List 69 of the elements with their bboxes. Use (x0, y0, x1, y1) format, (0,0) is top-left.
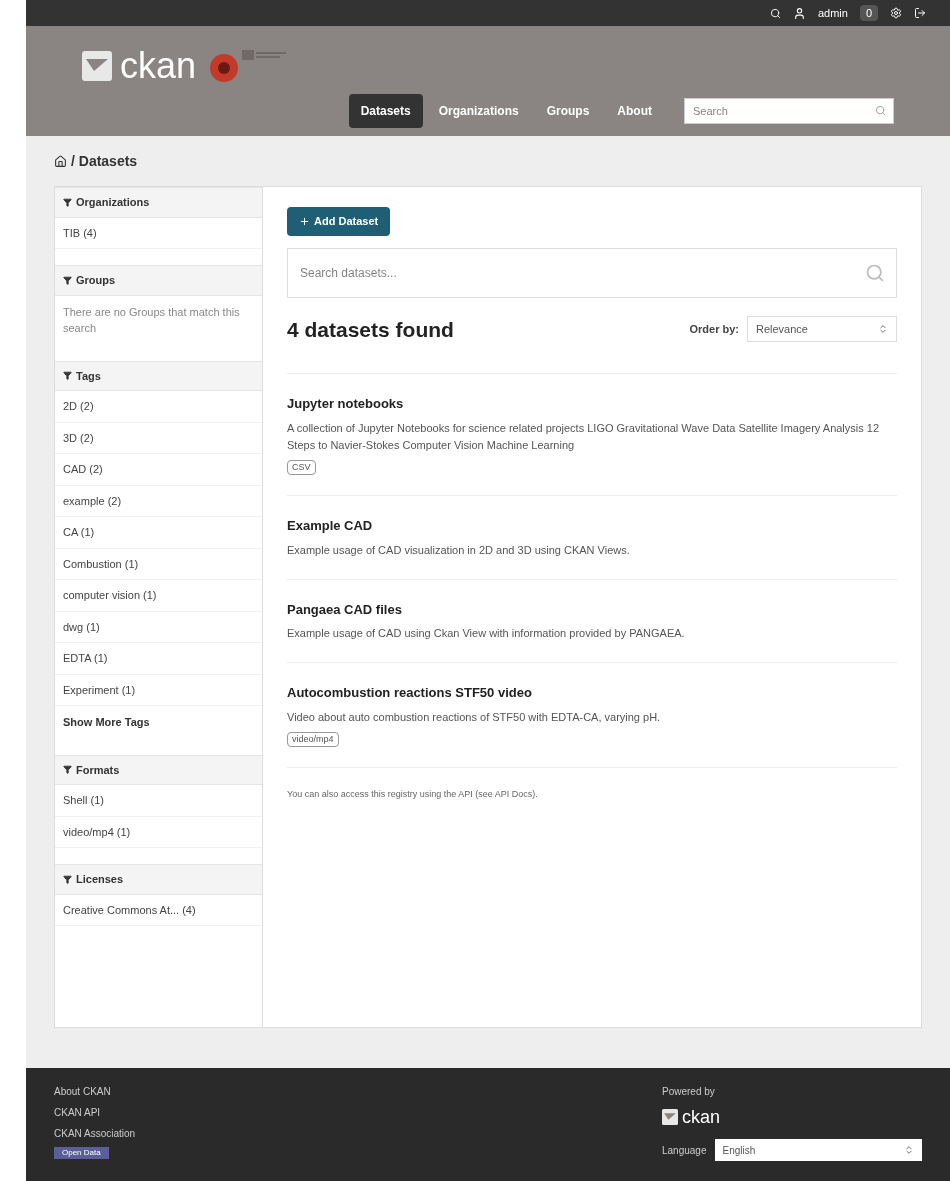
facet-item[interactable]: 2D (2) (55, 391, 262, 423)
nav-tab[interactable]: Groups (534, 94, 602, 128)
envelope-icon (82, 51, 112, 81)
dataset-description: Example usage of CAD using Ckan View with information provided by PANGAEA. (287, 626, 686, 641)
notification-count[interactable]: 0 (859, 4, 878, 22)
envelope-icon (662, 1109, 678, 1125)
facet-item[interactable]: Creative Commons At... (4) (55, 894, 262, 926)
ckan-logo[interactable]: ckan (662, 1103, 922, 1131)
avatar-icon[interactable] (792, 6, 806, 20)
dataset-description: Video about auto combustion reactions of STF50 with EDTA-CA, varying pH. (287, 709, 662, 725)
home-icon[interactable] (54, 154, 67, 168)
facet-title: Tags (76, 368, 101, 384)
filter-icon (63, 765, 72, 775)
logout-icon[interactable] (914, 7, 926, 19)
facet-title: Licenses (76, 872, 124, 887)
facet-item[interactable]: Experiment (1) (55, 674, 262, 706)
dataset-title[interactable]: Pangaea CAD files (287, 599, 897, 619)
language-label: Language (662, 1143, 707, 1158)
facet-item[interactable]: example (2) (55, 485, 262, 517)
dataset-title[interactable]: Jupyter notebooks (287, 394, 897, 414)
dataset-description: A collection of Jupyter Notebooks for science related projects LIGO Gravitational Wave Data Satellite Imagery Analysis 12 Steps to Navier-Stokes Computer Vision Machine Learning (287, 420, 881, 453)
nav-tab[interactable]: About (605, 94, 664, 128)
dataset-search-field[interactable]: Search datasets... (287, 247, 897, 298)
powered-by-label: Powered by (662, 1085, 716, 1099)
footer-link[interactable]: CKAN API (54, 1105, 136, 1120)
format-label[interactable]: CSV (287, 459, 316, 475)
language-select[interactable]: English (714, 1139, 922, 1161)
facet-item[interactable]: Combustion (1) (55, 548, 262, 580)
facet-item[interactable]: dwg (1) (55, 611, 262, 643)
nav-tab[interactable]: Organizations (426, 94, 531, 128)
dataset-title[interactable]: Autocombustion reactions STF50 video (287, 683, 897, 703)
select-arrow-icon (878, 324, 888, 335)
facet-item[interactable]: EDTA (1) (55, 643, 262, 675)
plus-icon (299, 215, 310, 227)
facet-title: Formats (76, 762, 120, 778)
footer-link[interactable]: About CKAN (54, 1084, 136, 1099)
facet-item[interactable]: TIB (4) (55, 217, 262, 249)
results-heading: 4 datasets found (287, 316, 454, 343)
ckan-logo[interactable]: ckan (82, 46, 197, 86)
footer-link[interactable]: CKAN Association (54, 1126, 136, 1141)
search-field[interactable]: Search (684, 98, 894, 124)
nav-tab[interactable]: Datasets (348, 94, 423, 128)
select-arrow-icon (904, 1145, 914, 1155)
open-data-badge[interactable]: Open Data (54, 1147, 109, 1159)
filter-icon (63, 874, 72, 884)
format-label[interactable]: video/mp4 (287, 731, 339, 747)
add-dataset-button[interactable]: Add Dataset (287, 207, 391, 236)
facet-item[interactable]: 3D (2) (55, 422, 262, 454)
facet-item[interactable]: Shell (1) (55, 785, 262, 817)
facet-title: Groups (76, 273, 116, 288)
empty-message: There are no Groups that match this search (62, 304, 241, 336)
user-link[interactable]: admin (817, 4, 848, 22)
facet-item[interactable]: video/mp4 (1) (55, 816, 262, 848)
facet-item[interactable]: computer vision (1) (55, 580, 262, 612)
dataset-title[interactable]: Example CAD (287, 516, 897, 536)
facet-item[interactable]: CAD (2) (55, 454, 262, 486)
order-label: Order by: (689, 322, 739, 337)
breadcrumb[interactable]: / Datasets (71, 150, 138, 172)
show-more-link[interactable]: Show More Tags (55, 706, 262, 739)
search-icon[interactable] (769, 7, 781, 19)
filter-icon (63, 275, 72, 285)
filter-icon (63, 371, 72, 381)
facet-item[interactable]: CA (1) (55, 517, 262, 549)
api-note: You can also access this registry using the API (see API Docs). (287, 788, 539, 801)
order-select[interactable]: Relevance (747, 316, 897, 343)
settings-icon[interactable] (890, 7, 902, 19)
filter-icon (63, 197, 72, 207)
dataset-description: Example usage of CAD visualization in 2D and 3D using CKAN Views. (287, 542, 631, 558)
facet-title: Organizations (76, 195, 150, 210)
